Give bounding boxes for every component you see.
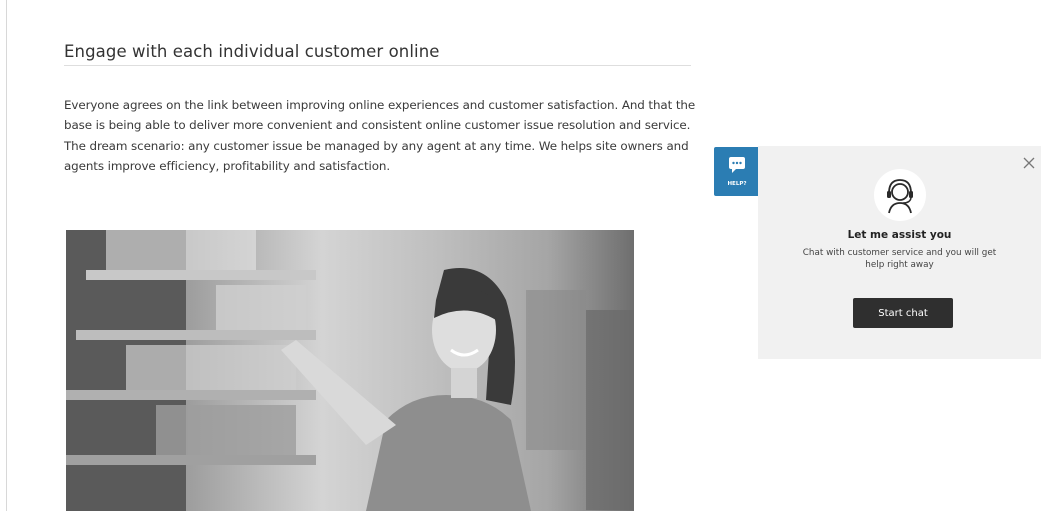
shelf (66, 455, 316, 465)
shoe-display (106, 230, 256, 270)
article-title: Engage with each individual customer onl… (64, 42, 691, 66)
help-tab[interactable]: HELP? (714, 147, 760, 196)
woman-neck (451, 368, 477, 398)
clothing-rack (526, 290, 586, 450)
article-photo (66, 230, 634, 511)
help-tab-label: HELP? (727, 181, 747, 187)
close-button[interactable] (1021, 155, 1037, 171)
shoe-display (126, 345, 296, 390)
shoe-display (216, 285, 306, 330)
shelf (86, 270, 316, 280)
article: Engage with each individual customer onl… (64, 42, 695, 173)
page-left-border (6, 0, 7, 511)
shoe-display (156, 405, 296, 455)
clothing-rack (586, 310, 634, 510)
chat-panel-subtitle: Chat with customer service and you will … (802, 248, 997, 270)
chat-invite-panel: Let me assist you Chat with customer ser… (758, 146, 1041, 359)
store-photo-illustration (66, 230, 634, 511)
article-body: Everyone agrees on the link between impr… (64, 98, 696, 173)
support-agent-icon (887, 179, 913, 214)
woman-shirt (366, 395, 531, 511)
chat-panel-title: Let me assist you (847, 229, 952, 241)
shelf (66, 390, 316, 400)
start-chat-button[interactable]: Start chat (853, 298, 953, 328)
chat-bubble-icon (729, 157, 745, 173)
agent-avatar (874, 169, 926, 221)
shelf (76, 330, 316, 340)
close-icon (1023, 157, 1035, 169)
